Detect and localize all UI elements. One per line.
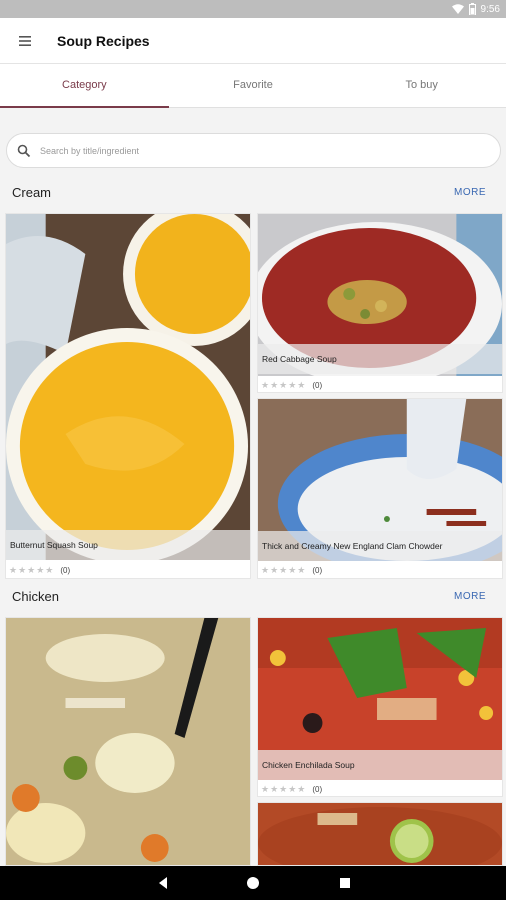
tab-to-buy[interactable]: To buy xyxy=(337,64,506,107)
rating-count: (0) xyxy=(312,784,323,794)
recipe-title: Red Cabbage Soup xyxy=(258,344,502,374)
star-rating-icon: ★★★★★ xyxy=(261,783,307,794)
star-rating-icon: ★★★★★ xyxy=(261,379,307,390)
rating-count: (0) xyxy=(60,565,71,575)
more-button-cream[interactable]: MORE xyxy=(454,187,486,198)
tab-favorite[interactable]: Favorite xyxy=(169,64,338,107)
more-button-chicken[interactable]: MORE xyxy=(454,591,486,602)
butternut-squash-soup-image xyxy=(6,214,250,560)
tab-bar: Category Favorite To buy xyxy=(0,64,506,108)
recipe-rating: ★★★★★ (0) xyxy=(9,563,70,577)
search-input[interactable] xyxy=(40,142,490,160)
recents-icon[interactable] xyxy=(337,875,353,891)
wifi-icon xyxy=(451,4,464,14)
status-time: 9:56 xyxy=(480,3,500,15)
recipe-title: Thick and Creamy New England Clam Chowde… xyxy=(258,531,502,561)
system-navigation-bar xyxy=(0,866,506,900)
hamburger-menu-icon[interactable] xyxy=(16,32,36,50)
recipe-card-clam-chowder[interactable]: Thick and Creamy New England Clam Chowde… xyxy=(257,398,503,579)
recipe-card-butternut-squash-soup[interactable]: Butternut Squash Soup ★★★★★ (0) xyxy=(5,213,251,579)
app-bar: Soup Recipes xyxy=(0,18,506,64)
rating-count: (0) xyxy=(312,565,323,575)
tab-category[interactable]: Category xyxy=(0,64,169,108)
recipe-card-chicken-tortellini[interactable] xyxy=(5,617,251,866)
status-bar: 9:56 xyxy=(0,0,506,18)
recipe-card-chicken-enchilada-soup[interactable]: Chicken Enchilada Soup ★★★★★ (0) xyxy=(257,617,503,797)
star-rating-icon: ★★★★★ xyxy=(261,564,307,575)
recipe-title: Chicken Enchilada Soup xyxy=(258,750,502,780)
recipe-title: Butternut Squash Soup xyxy=(6,530,250,560)
back-icon[interactable] xyxy=(155,875,171,891)
recipe-card-red-cabbage-soup[interactable]: Red Cabbage Soup ★★★★★ (0) xyxy=(257,213,503,393)
recipe-card-lime-soup[interactable] xyxy=(257,802,503,866)
chicken-tortellini-soup-image xyxy=(6,618,250,865)
app-title: Soup Recipes xyxy=(57,33,150,49)
star-rating-icon: ★★★★★ xyxy=(9,564,55,575)
recipe-rating: ★★★★★ (0) xyxy=(261,782,322,796)
recipe-rating: ★★★★★ (0) xyxy=(261,378,322,392)
search-bar[interactable] xyxy=(6,133,501,168)
home-icon[interactable] xyxy=(245,875,261,891)
status-icons: 9:56 xyxy=(451,2,500,16)
lime-soup-image xyxy=(258,803,502,865)
section-title-cream: Cream xyxy=(12,185,52,200)
battery-icon xyxy=(468,3,476,15)
rating-count: (0) xyxy=(312,380,323,390)
search-icon xyxy=(17,144,31,158)
section-title-chicken: Chicken xyxy=(12,589,59,604)
recipe-rating: ★★★★★ (0) xyxy=(261,563,322,577)
